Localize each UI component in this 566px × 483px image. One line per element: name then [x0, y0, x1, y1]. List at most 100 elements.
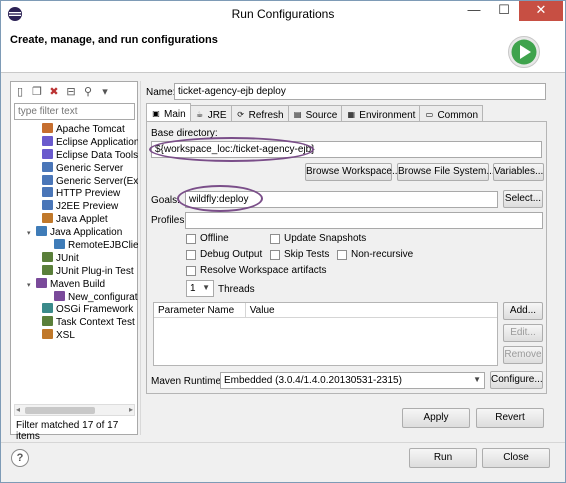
panel-splitter[interactable] [140, 81, 141, 435]
tree-item[interactable]: ▾ Maven Build [14, 277, 138, 291]
title-bar: Run Configurations — ☐ ✕ [1, 1, 565, 27]
select-goals-button[interactable]: Select... [503, 190, 543, 208]
base-directory-field[interactable]: ${workspace_loc:/ticket-agency-ejb} [151, 141, 542, 158]
config-type-icon [42, 251, 53, 262]
close-window-button[interactable]: ✕ [519, 1, 563, 21]
tree-item-label: OSGi Framework [56, 304, 134, 316]
resolve-workspace-checkbox[interactable]: Resolve Workspace artifacts [186, 265, 327, 276]
threads-select[interactable]: 1 ▼ [186, 280, 214, 297]
config-type-icon [42, 123, 53, 133]
config-type-icon [54, 239, 65, 250]
scroll-thumb[interactable] [25, 407, 95, 414]
jre-tab-icon: ☕ [196, 110, 204, 119]
tree-item[interactable]: RemoteEJBClient [14, 239, 138, 252]
profiles-field[interactable] [185, 212, 543, 229]
add-parameter-button[interactable]: Add... [503, 302, 543, 320]
tree-item[interactable]: Task Context Test [14, 316, 138, 329]
close-button[interactable]: Close [482, 448, 550, 468]
scroll-left-icon[interactable]: ◂ [16, 405, 20, 414]
tree-item[interactable]: Eclipse Data Tools [14, 148, 138, 162]
apply-button[interactable]: Apply [402, 408, 470, 428]
minimize-button[interactable]: — [460, 1, 488, 21]
config-type-icon [42, 329, 53, 340]
collapse-all-icon[interactable]: ⊟ [64, 85, 78, 99]
filter-icon[interactable]: ⚲ [81, 85, 95, 99]
tree-item[interactable]: XSL [14, 329, 138, 342]
tree-item[interactable]: JUnit [14, 251, 138, 265]
common-tab-icon: ▭ [425, 110, 434, 119]
tab-label: Main [164, 108, 186, 120]
tab-environment[interactable]: ▦ Environment [341, 105, 421, 122]
tree-item[interactable]: JUnit Plug-in Test [14, 264, 138, 278]
config-type-icon [42, 148, 53, 159]
run-button[interactable]: Run [409, 448, 477, 468]
tab-main[interactable]: ▣ Main [146, 103, 191, 122]
tab-jre[interactable]: ☕ JRE [189, 105, 232, 122]
tab-label: Common [437, 109, 479, 121]
footer-separator [1, 442, 565, 443]
tree-item-label: Eclipse Application [56, 136, 138, 148]
tree-item[interactable]: Apache Tomcat [14, 123, 138, 136]
filter-input[interactable] [14, 103, 135, 120]
threads-value: 1 [190, 283, 196, 294]
dialog-header: Create, manage, and run configurations [1, 27, 565, 73]
tree-item[interactable]: Java Applet [14, 213, 138, 226]
config-type-icon [36, 226, 47, 237]
debug-output-checkbox[interactable]: Debug Output [186, 249, 262, 260]
new-config-icon[interactable]: ▯ [13, 85, 27, 99]
tree-item[interactable]: New_configuratio [14, 290, 138, 304]
non-recursive-label: Non-recursive [351, 249, 414, 260]
skip-tests-checkbox[interactable]: Skip Tests [270, 249, 329, 260]
browse-file-system-button[interactable]: Browse File System... [397, 163, 495, 181]
variables-button[interactable]: Variables... [493, 163, 544, 181]
tree-item[interactable]: Generic Server(Externa [14, 174, 138, 188]
goals-field[interactable]: wildfly:deploy [185, 191, 498, 208]
tree-item[interactable]: Eclipse Application [14, 135, 138, 149]
tree-item[interactable]: HTTP Preview [14, 187, 138, 200]
tree-item[interactable]: J2EE Preview [14, 200, 138, 213]
maven-runtime-value: Embedded (3.0.4/1.4.0.20130531-2315) [224, 375, 402, 386]
tree-item[interactable]: ▾ Java Application [14, 226, 138, 239]
offline-checkbox[interactable]: Offline [186, 233, 229, 244]
config-type-icon [42, 187, 53, 198]
tab-source[interactable]: ▤ Source [287, 105, 343, 122]
offline-label: Offline [200, 233, 229, 244]
config-type-icon [42, 174, 53, 185]
source-tab-icon: ▤ [293, 110, 302, 119]
non-recursive-checkbox[interactable]: Non-recursive [337, 249, 413, 260]
maven-runtime-select[interactable]: Embedded (3.0.4/1.4.0.20130531-2315) ▼ [220, 372, 485, 389]
tree-item[interactable]: Generic Server [14, 161, 138, 175]
help-icon[interactable]: ? [11, 449, 29, 467]
duplicate-icon[interactable]: ❐ [30, 85, 44, 99]
configuration-type-panel: ▯ ❐ ✖ ⊟ ⚲ ▾ Apache TomcatEclipse Applica… [10, 81, 138, 442]
col-value[interactable]: Value [246, 303, 497, 317]
tab-common[interactable]: ▭ Common [419, 105, 484, 122]
tree-item-label: Eclipse Data Tools [56, 149, 138, 161]
config-type-icon [54, 290, 65, 301]
scroll-right-icon[interactable]: ▸ [129, 405, 133, 414]
remove-parameter-button[interactable]: Remove [503, 346, 543, 364]
configure-runtime-button[interactable]: Configure... [490, 371, 543, 389]
tree-horizontal-scrollbar[interactable]: ◂ ▸ [14, 404, 135, 416]
run-configurations-dialog: Run Configurations — ☐ ✕ Create, manage,… [0, 0, 566, 483]
update-snapshots-checkbox[interactable]: Update Snapshots [270, 233, 366, 244]
tree-item-label: JUnit [56, 252, 79, 264]
col-parameter-name[interactable]: Parameter Name [154, 303, 246, 317]
edit-parameter-button[interactable]: Edit... [503, 324, 543, 342]
filter-status: Filter matched 17 of 17 items [16, 420, 119, 442]
view-menu-icon[interactable]: ▾ [98, 85, 112, 99]
config-type-icon [42, 264, 53, 275]
tree-item-label: Generic Server [56, 162, 124, 174]
browse-workspace-button[interactable]: Browse Workspace... [305, 163, 400, 181]
update-snapshots-label: Update Snapshots [284, 233, 367, 244]
tab-refresh[interactable]: ⟳ Refresh [230, 105, 289, 122]
delete-icon[interactable]: ✖ [47, 85, 61, 99]
maximize-button[interactable]: ☐ [490, 1, 518, 21]
revert-button[interactable]: Revert [476, 408, 544, 428]
tree-item-label: HTTP Preview [56, 188, 121, 200]
tree-item-label: RemoteEJBClient [68, 240, 138, 252]
parameters-table[interactable]: Parameter Name Value [153, 302, 498, 366]
name-field[interactable]: ticket-agency-ejb deploy [174, 83, 546, 100]
refresh-tab-icon: ⟳ [237, 110, 244, 119]
tree-item[interactable]: OSGi Framework [14, 303, 138, 316]
